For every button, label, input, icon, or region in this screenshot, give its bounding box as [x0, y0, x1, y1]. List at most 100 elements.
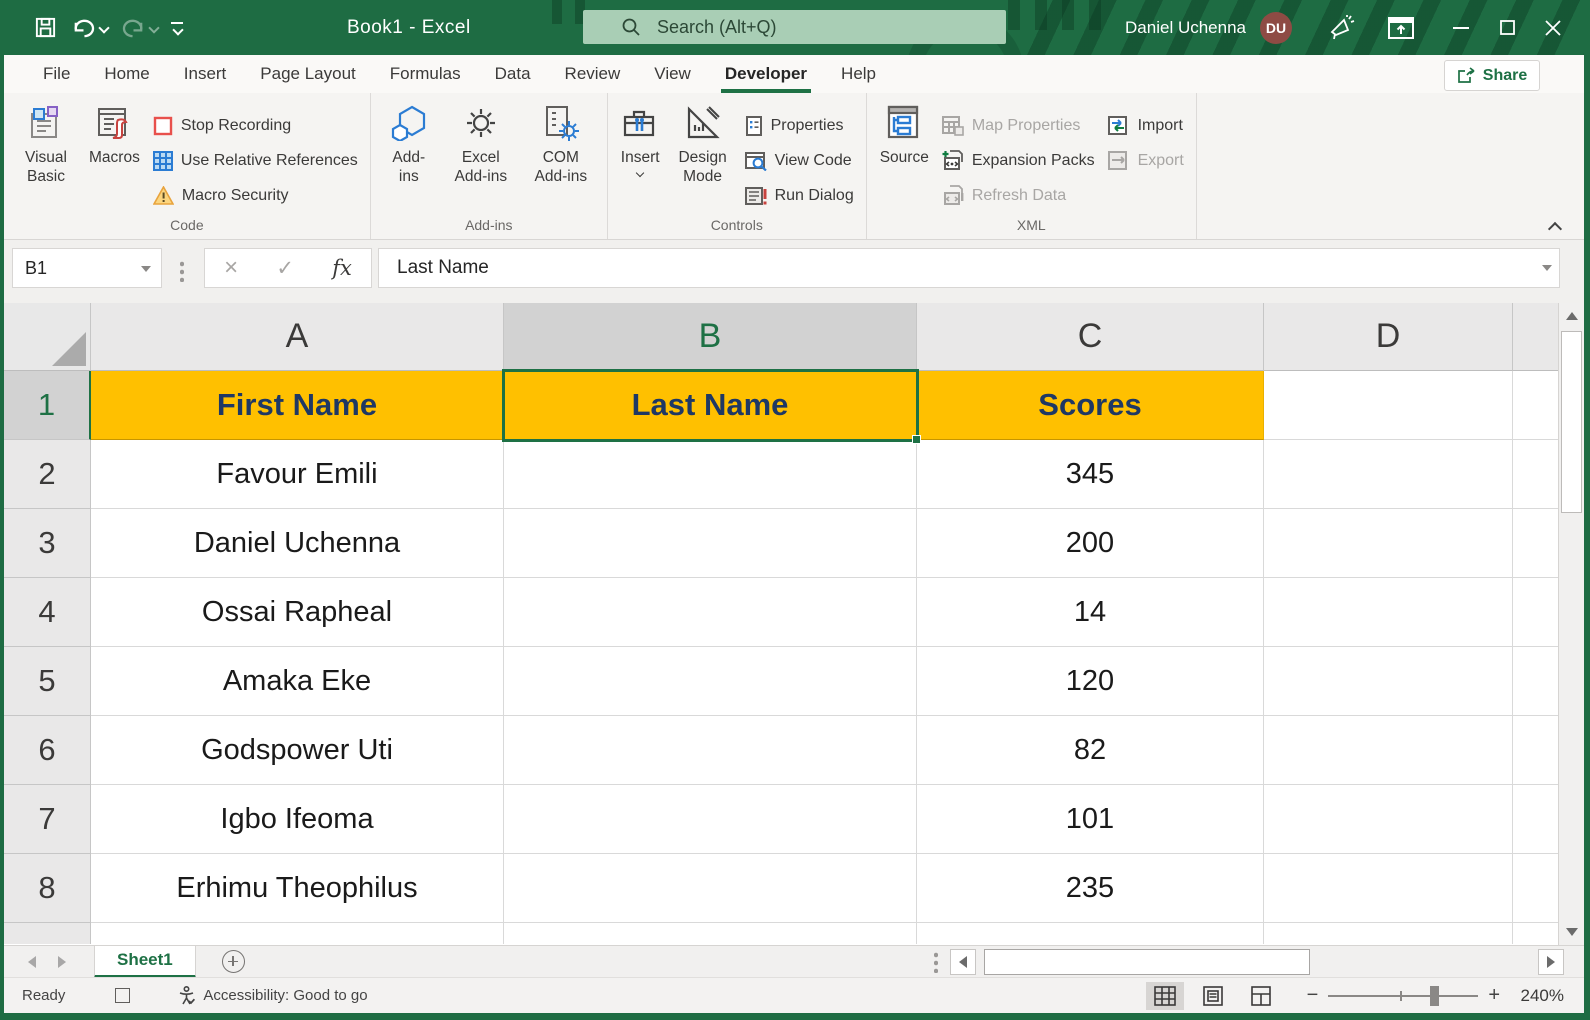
row-header-8[interactable]: 8: [4, 854, 91, 923]
add-ins-button[interactable]: Add-ins: [379, 98, 439, 186]
row-header-4[interactable]: 4: [4, 578, 91, 647]
cell-a8[interactable]: Erhimu Theophilus: [91, 854, 504, 923]
zoom-in-button[interactable]: +: [1488, 984, 1500, 1007]
scroll-up-button[interactable]: [1559, 303, 1584, 329]
cell-a7[interactable]: Igbo Ifeoma: [91, 785, 504, 854]
row-header-7[interactable]: 7: [4, 785, 91, 854]
com-add-ins-button[interactable]: COM Add-ins: [523, 98, 599, 186]
row-header-5[interactable]: 5: [4, 647, 91, 716]
cell-d7[interactable]: [1264, 785, 1513, 854]
cell-d1[interactable]: [1264, 371, 1513, 440]
tab-insert[interactable]: Insert: [167, 55, 244, 93]
source-button[interactable]: Source: [875, 98, 934, 167]
cell-a3[interactable]: Daniel Uchenna: [91, 509, 504, 578]
cell-a2[interactable]: Favour Emili: [91, 440, 504, 509]
cell-d6[interactable]: [1264, 716, 1513, 785]
cell-a1[interactable]: First Name: [91, 371, 504, 440]
use-relative-references-button[interactable]: Use Relative References: [147, 143, 364, 178]
zoom-level[interactable]: 240%: [1514, 986, 1564, 1006]
scroll-right-button[interactable]: [1538, 949, 1564, 975]
cell-b4[interactable]: [504, 578, 917, 647]
maximize-button[interactable]: [1484, 0, 1530, 55]
avatar[interactable]: DU: [1260, 12, 1292, 44]
zoom-out-button[interactable]: −: [1307, 984, 1319, 1007]
ribbon-display-options-button[interactable]: [1378, 0, 1424, 55]
cell-d3[interactable]: [1264, 509, 1513, 578]
column-header-b-selected[interactable]: B: [504, 303, 917, 371]
cell-d2[interactable]: [1264, 440, 1513, 509]
tab-page-layout[interactable]: Page Layout: [243, 55, 372, 93]
select-all-corner[interactable]: [4, 303, 91, 371]
close-button[interactable]: [1530, 0, 1576, 55]
scrollbar-resize-handle[interactable]: [934, 951, 938, 973]
cancel-button[interactable]: ×: [224, 254, 238, 282]
next-sheet-button[interactable]: [58, 956, 66, 968]
tab-file[interactable]: File: [26, 55, 87, 93]
cell-c8[interactable]: 235: [917, 854, 1264, 923]
normal-view-button[interactable]: [1146, 982, 1184, 1010]
cell-a4[interactable]: Ossai Rapheal: [91, 578, 504, 647]
cell-c4[interactable]: 14: [917, 578, 1264, 647]
page-layout-view-button[interactable]: [1194, 982, 1232, 1010]
cell-a6[interactable]: Godspower Uti: [91, 716, 504, 785]
cell-b2[interactable]: [504, 440, 917, 509]
zoom-slider-thumb[interactable]: [1430, 986, 1439, 1006]
cell-b1-active[interactable]: Last Name: [504, 371, 917, 440]
cell-c7[interactable]: 101: [917, 785, 1264, 854]
new-sheet-button[interactable]: [222, 950, 245, 973]
sheet-tab-sheet1[interactable]: Sheet1: [94, 946, 196, 978]
import-button[interactable]: Import: [1101, 108, 1190, 143]
macros-button[interactable]: Macros: [84, 98, 145, 167]
previous-sheet-button[interactable]: [28, 956, 36, 968]
expansion-packs-button[interactable]: Expansion Packs: [936, 143, 1101, 178]
row-header-9-partial[interactable]: [4, 923, 91, 944]
tab-view[interactable]: View: [637, 55, 708, 93]
cell-c1[interactable]: Scores: [917, 371, 1264, 440]
scroll-down-button[interactable]: [1559, 919, 1584, 945]
enter-button[interactable]: ✓: [276, 256, 294, 281]
share-button[interactable]: Share: [1444, 60, 1540, 91]
customize-quick-access-button[interactable]: [171, 22, 183, 34]
minimize-button[interactable]: [1438, 0, 1484, 55]
column-header-a[interactable]: A: [91, 303, 504, 371]
cell-b9[interactable]: [504, 923, 917, 944]
tab-review[interactable]: Review: [548, 55, 638, 93]
column-header-c[interactable]: C: [917, 303, 1264, 371]
stop-recording-button[interactable]: Stop Recording: [147, 108, 364, 143]
row-header-3[interactable]: 3: [4, 509, 91, 578]
cell-b6[interactable]: [504, 716, 917, 785]
save-button[interactable]: [34, 16, 57, 39]
tab-formulas[interactable]: Formulas: [373, 55, 478, 93]
name-box-dropdown-icon[interactable]: [141, 266, 151, 272]
cell-d5[interactable]: [1264, 647, 1513, 716]
cell-c3[interactable]: 200: [917, 509, 1264, 578]
vertical-scrollbar[interactable]: [1558, 303, 1584, 945]
excel-add-ins-button[interactable]: Excel Add-ins: [443, 98, 519, 186]
cell-c9[interactable]: [917, 923, 1264, 944]
cell-a5[interactable]: Amaka Eke: [91, 647, 504, 716]
cell-d4[interactable]: [1264, 578, 1513, 647]
formula-input[interactable]: Last Name: [378, 248, 1534, 288]
name-box[interactable]: B1: [12, 248, 162, 288]
tab-data[interactable]: Data: [478, 55, 548, 93]
design-mode-button[interactable]: Design Mode: [669, 98, 737, 186]
cell-c5[interactable]: 120: [917, 647, 1264, 716]
row-header-2[interactable]: 2: [4, 440, 91, 509]
undo-dropdown-icon[interactable]: [99, 24, 107, 32]
cell-b8[interactable]: [504, 854, 917, 923]
undo-button[interactable]: [71, 16, 107, 39]
cell-b3[interactable]: [504, 509, 917, 578]
accessibility-status[interactable]: Accessibility: Good to go: [178, 986, 367, 1005]
cell-b7[interactable]: [504, 785, 917, 854]
feedback-megaphone-button[interactable]: [1318, 0, 1364, 55]
tab-developer[interactable]: Developer: [708, 55, 824, 93]
column-header-d[interactable]: D: [1264, 303, 1513, 371]
cell-d9[interactable]: [1264, 923, 1513, 944]
tab-help[interactable]: Help: [824, 55, 893, 93]
run-dialog-button[interactable]: Run Dialog: [739, 178, 860, 213]
view-code-button[interactable]: View Code: [739, 143, 860, 178]
insert-control-button[interactable]: Insert: [616, 98, 665, 178]
horizontal-scrollbar-thumb[interactable]: [984, 949, 1310, 975]
properties-button[interactable]: Properties: [739, 108, 860, 143]
macro-security-button[interactable]: Macro Security: [147, 178, 364, 213]
